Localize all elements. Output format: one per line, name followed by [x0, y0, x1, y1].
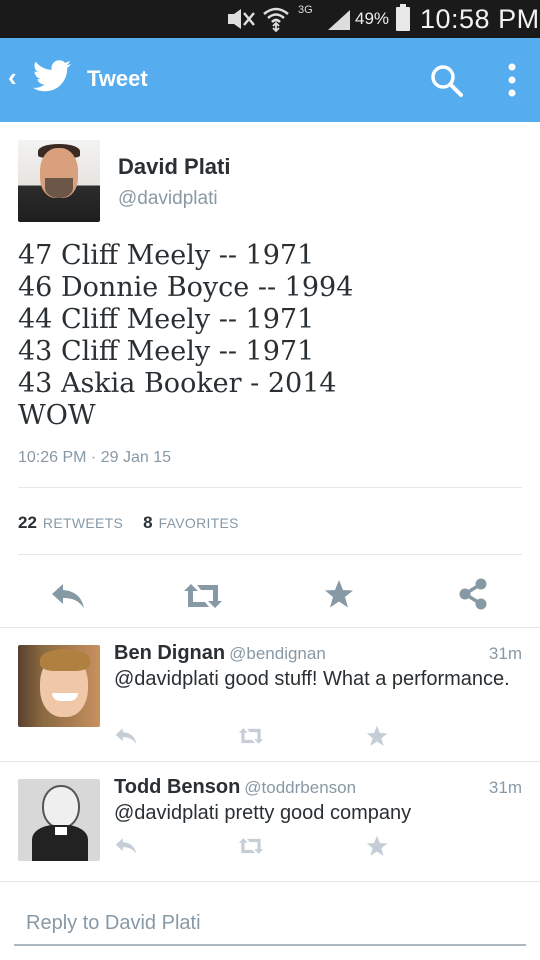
reply-author-name[interactable]: Ben Dignan [114, 642, 225, 664]
wifi-icon [262, 6, 290, 37]
tweet-line: 44 Cliff Meely -- 1971 [18, 304, 315, 335]
divider [18, 554, 522, 555]
share-icon[interactable] [458, 578, 488, 615]
reply-input[interactable] [26, 912, 506, 935]
battery-icon [396, 4, 410, 31]
reply-author-handle[interactable]: @toddrbenson [244, 778, 356, 797]
twitter-bird-icon[interactable] [32, 60, 72, 99]
retweet-icon[interactable] [238, 727, 264, 750]
app-header: ‹ Tweet [0, 38, 540, 122]
reply-icon[interactable] [114, 837, 138, 860]
reply-composer[interactable] [14, 906, 526, 946]
reply-time: 31m [488, 778, 522, 797]
overflow-menu-icon[interactable] [506, 62, 518, 103]
tweet-text: 47 Cliff Meely -- 1971 46 Donnie Boyce -… [18, 240, 518, 432]
back-chevron-icon[interactable]: ‹ [8, 62, 17, 93]
favorite-icon[interactable] [366, 725, 388, 752]
reply-text: @davidplati good stuff! What a performan… [114, 668, 510, 690]
tweet-line: 47 Cliff Meely -- 1971 [18, 240, 315, 271]
reply-actions [114, 725, 394, 752]
reply-icon[interactable] [114, 727, 138, 750]
reply-author-name[interactable]: Todd Benson [114, 776, 240, 798]
tweet-stats: 22 RETWEETS 8 FAVORITES [18, 513, 239, 533]
status-bar: 3G 49% 10:58 PM [0, 0, 540, 38]
retweet-icon[interactable] [238, 837, 264, 860]
avatar[interactable] [18, 779, 100, 861]
author-handle[interactable]: @davidplati [118, 188, 218, 210]
search-icon[interactable] [430, 64, 464, 103]
reply-tweet[interactable]: Todd Benson @toddrbenson 31m @davidplati … [0, 761, 540, 881]
favorites-count[interactable]: 8 [143, 513, 152, 533]
divider [18, 487, 522, 488]
tweet-line: 46 Donnie Boyce -- 1994 [18, 272, 354, 303]
favorite-icon[interactable] [324, 579, 354, 614]
tweet-actions [0, 574, 540, 624]
retweet-icon[interactable] [183, 582, 223, 615]
tweet-line: 43 Cliff Meely -- 1971 [18, 336, 315, 367]
tweet-line: 43 Askia Booker - 2014 [18, 368, 337, 399]
page-title: Tweet [87, 66, 148, 91]
mute-icon [226, 8, 256, 35]
reply-time: 31m [488, 644, 522, 663]
divider [0, 881, 540, 882]
favorites-label[interactable]: FAVORITES [159, 515, 239, 531]
avatar[interactable] [18, 140, 100, 222]
tweet-line: WOW [18, 400, 96, 431]
reply-icon[interactable] [50, 582, 86, 615]
network-type: 3G [298, 4, 313, 16]
retweets-label[interactable]: RETWEETS [43, 515, 123, 531]
reply-author-handle[interactable]: @bendignan [229, 644, 326, 663]
reply-tweet[interactable]: Ben Dignan @bendignan 31m @davidplati goo… [0, 627, 540, 761]
favorite-icon[interactable] [366, 835, 388, 862]
retweets-count[interactable]: 22 [18, 513, 37, 533]
battery-percent: 49% [355, 9, 390, 28]
clock: 10:58 PM [420, 4, 540, 34]
reply-author[interactable]: Ben Dignan @bendignan [114, 642, 326, 665]
signal-icon [326, 8, 352, 37]
reply-text: @davidplati pretty good company [114, 802, 412, 824]
tweet-timestamp: 10:26 PM · 29 Jan 15 [18, 449, 171, 466]
reply-author[interactable]: Todd Benson @toddrbenson [114, 776, 356, 799]
author-name[interactable]: David Plati [118, 154, 230, 180]
avatar[interactable] [18, 645, 100, 727]
reply-actions [114, 835, 394, 862]
